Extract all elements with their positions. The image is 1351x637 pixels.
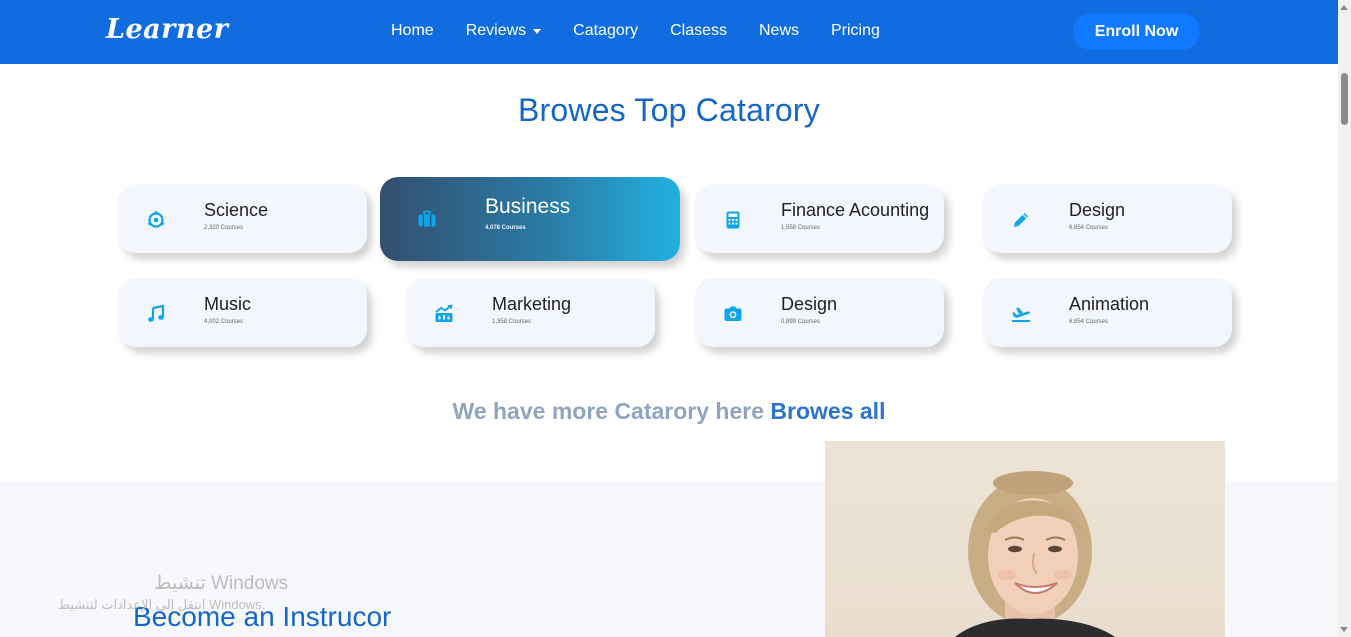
camera-icon bbox=[724, 306, 742, 321]
instructor-photo bbox=[825, 441, 1225, 637]
categories-title: Browes Top Catarory bbox=[517, 92, 820, 128]
music-note-icon bbox=[148, 304, 165, 322]
scroll-thumb[interactable] bbox=[1341, 73, 1348, 125]
category-name: Design bbox=[1069, 200, 1126, 220]
category-count: 4,078 Courses bbox=[485, 225, 526, 231]
nav-link-label: Clasess bbox=[670, 22, 727, 39]
category-count: 6,854 Courses bbox=[1069, 319, 1109, 325]
category-name: Science bbox=[204, 200, 269, 220]
enroll-now-button[interactable]: Enroll Now bbox=[1073, 13, 1200, 50]
category-card-science[interactable]: Science 2,320 Courses bbox=[118, 184, 367, 253]
windows-activation-title: تنشيط Windows bbox=[154, 573, 289, 594]
more-categories-text: We have more Catarory here Browes all bbox=[0, 398, 1338, 425]
nav-link-label: Catagory bbox=[573, 22, 639, 39]
category-name: Business bbox=[485, 195, 571, 218]
navbar: Learner Home Reviews Catagory Clasess Ne… bbox=[0, 0, 1338, 64]
nav-link-label: Pricing bbox=[831, 22, 880, 39]
nav-link-label: Home bbox=[391, 22, 434, 39]
windows-activation-subtitle: انتقل إلى الإعدادات لتنشيط Windows. bbox=[58, 597, 266, 612]
nav-link-pricing[interactable]: Pricing bbox=[831, 22, 880, 40]
nav-link-catagory[interactable]: Catagory bbox=[573, 22, 638, 40]
category-card-design[interactable]: Design 6,854 Courses bbox=[983, 184, 1232, 253]
category-name: Music bbox=[204, 294, 252, 314]
category-count: 1,558 Courses bbox=[781, 225, 821, 231]
category-name: Animation bbox=[1069, 294, 1150, 314]
category-name: Finance Acounting bbox=[781, 200, 930, 220]
browse-all-link[interactable]: Browes all bbox=[770, 398, 885, 424]
woman-portrait-image bbox=[955, 471, 1115, 637]
nav-link-label: News bbox=[758, 22, 799, 39]
plane-icon bbox=[1012, 307, 1030, 322]
category-count: 0,899 Courses bbox=[781, 319, 821, 325]
category-name: Marketing bbox=[492, 294, 572, 314]
calculator-icon bbox=[726, 211, 740, 229]
nav-links: Home Reviews Catagory Clasess News Prici… bbox=[391, 22, 912, 40]
nav-link-home[interactable]: Home bbox=[391, 22, 434, 40]
scroll-up-arrow-icon[interactable] bbox=[1340, 5, 1348, 10]
category-card-animation[interactable]: Animation 6,854 Courses bbox=[983, 278, 1232, 347]
page: Learner Home Reviews Catagory Clasess Ne… bbox=[0, 0, 1351, 637]
briefcase-icon bbox=[418, 210, 436, 227]
caret-down-icon bbox=[533, 28, 542, 34]
atom-icon bbox=[148, 211, 164, 228]
chart-icon bbox=[435, 304, 453, 322]
category-count: 1,358 Courses bbox=[492, 319, 532, 325]
category-card-marketing[interactable]: Marketing 1,358 Courses bbox=[406, 278, 655, 347]
page-scrollbar[interactable] bbox=[1338, 0, 1351, 637]
category-card-finance-acounting[interactable]: Finance Acounting 1,558 Courses bbox=[695, 184, 944, 253]
nav-link-clasess[interactable]: Clasess bbox=[670, 22, 727, 40]
category-count: 2,320 Courses bbox=[204, 225, 244, 231]
category-count: 4,002 Courses bbox=[204, 319, 244, 325]
nav-link-news[interactable]: News bbox=[759, 22, 799, 40]
category-card-music[interactable]: Music 4,002 Courses bbox=[118, 278, 367, 347]
site-logo[interactable]: Learner bbox=[106, 14, 228, 45]
category-name: Design bbox=[781, 294, 838, 314]
category-card-business[interactable]: Business 4,078 Courses bbox=[380, 177, 680, 261]
category-count: 6,854 Courses bbox=[1069, 225, 1109, 231]
nav-link-label: Reviews bbox=[465, 22, 527, 39]
scroll-down-arrow-icon[interactable] bbox=[1340, 627, 1348, 632]
category-card-design-photo[interactable]: Design 0,899 Courses bbox=[695, 278, 944, 347]
nav-link-reviews[interactable]: Reviews bbox=[465, 22, 542, 40]
more-categories-label: We have more Catarory here bbox=[452, 398, 765, 424]
pencil-icon bbox=[1014, 213, 1028, 227]
